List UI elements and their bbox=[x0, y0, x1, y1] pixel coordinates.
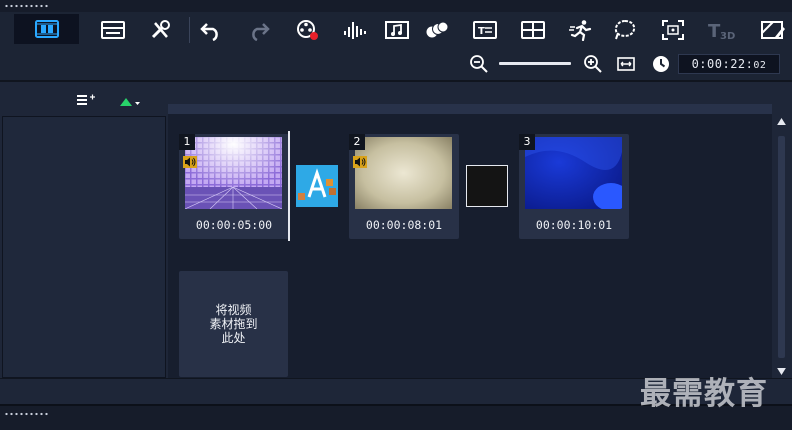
panel-grip-top[interactable] bbox=[4, 4, 50, 8]
insertion-cursor bbox=[288, 131, 290, 241]
green-up-arrow-icon bbox=[120, 98, 140, 106]
overlapping-circles-icon bbox=[426, 21, 449, 38]
grid-icon bbox=[521, 21, 545, 39]
split-screen-button[interactable] bbox=[758, 16, 788, 44]
pan-and-zoom-button[interactable] bbox=[658, 16, 688, 44]
watermark: 最需教育 bbox=[640, 376, 768, 412]
subtitle-editor-button[interactable]: T bbox=[470, 16, 500, 44]
t3d-icon: T 3D bbox=[708, 21, 735, 41]
svg-text:T: T bbox=[478, 26, 485, 37]
clip-duration: 00:00:05:00 bbox=[195, 218, 273, 232]
drop-zone[interactable]: 将视频 素材拖到 此处 bbox=[179, 271, 288, 377]
transition-1[interactable] bbox=[296, 165, 338, 207]
mask-creator-button[interactable] bbox=[610, 16, 640, 44]
clip-number: 3 bbox=[519, 134, 535, 150]
timeline-icon bbox=[101, 21, 125, 39]
project-timecode[interactable]: 0:00:22:02 bbox=[678, 54, 780, 74]
track-manager-button[interactable] bbox=[76, 92, 96, 106]
transition-slot-2[interactable] bbox=[466, 165, 508, 207]
scroll-down-icon[interactable] bbox=[777, 368, 786, 375]
clip-2-thumbnail bbox=[355, 137, 452, 209]
timeline-view-button[interactable] bbox=[98, 16, 128, 44]
redo-button[interactable] bbox=[244, 16, 274, 44]
library-panel-header bbox=[0, 82, 166, 116]
clip-duration: 00:00:08:01 bbox=[365, 218, 443, 232]
clip-3-thumbnail bbox=[525, 137, 622, 209]
subtitle-icon: T bbox=[473, 21, 497, 39]
auto-music-button[interactable] bbox=[382, 16, 412, 44]
scrollbar-thumb[interactable] bbox=[778, 136, 785, 358]
storyboard-view-button[interactable] bbox=[14, 14, 79, 44]
record-capture-button[interactable] bbox=[292, 16, 322, 44]
lasso-icon bbox=[614, 19, 636, 40]
zoom-in-button[interactable] bbox=[581, 52, 605, 76]
storyboard-header bbox=[166, 82, 792, 104]
zoom-out-icon bbox=[470, 55, 488, 73]
storyboard-clip-2[interactable]: 2 00:00:08:01 bbox=[349, 134, 459, 239]
timecode-frames: 02 bbox=[753, 60, 767, 71]
scroll-up-icon[interactable] bbox=[777, 118, 786, 125]
clip-number: 2 bbox=[349, 134, 365, 150]
vertical-scrollbar[interactable] bbox=[772, 114, 792, 378]
timecode-main: 0:00:22: bbox=[691, 57, 754, 71]
multi-camera-button[interactable] bbox=[518, 16, 548, 44]
speaker-icon bbox=[183, 156, 197, 168]
wrench-screwdriver-icon bbox=[151, 20, 170, 39]
transition-thumbnail-icon bbox=[296, 165, 338, 207]
motion-tracking-button[interactable] bbox=[422, 16, 452, 44]
svg-text:3D: 3D bbox=[720, 31, 735, 41]
filmstrip-icon bbox=[34, 20, 59, 38]
audio-waveform-icon bbox=[344, 22, 366, 39]
pan-zoom-icon bbox=[662, 20, 684, 40]
undo-button[interactable] bbox=[196, 16, 226, 44]
clock-icon bbox=[653, 56, 669, 72]
fit-project-button[interactable] bbox=[614, 52, 638, 76]
storyboard-clip-3[interactable]: 3 00:00:10:01 bbox=[519, 134, 629, 239]
zoom-out-button[interactable] bbox=[467, 52, 491, 76]
speaker-icon bbox=[353, 156, 367, 168]
clip-1-thumbnail bbox=[185, 137, 282, 209]
storyboard-ruler bbox=[168, 104, 772, 114]
clip-number: 1 bbox=[179, 134, 195, 150]
undo-icon bbox=[200, 23, 218, 41]
main-toolbar: T T 3D bbox=[0, 12, 792, 48]
zoom-bar: 0:00:22:02 bbox=[0, 48, 792, 80]
3d-title-editor-button[interactable]: T 3D bbox=[704, 16, 740, 44]
top-title-strip bbox=[0, 0, 792, 12]
running-person-icon bbox=[569, 20, 592, 41]
redo-icon bbox=[252, 23, 270, 41]
list-add-icon bbox=[77, 94, 95, 105]
panel-grip-bottom[interactable] bbox=[4, 412, 50, 416]
fit-to-window-icon bbox=[617, 57, 635, 71]
project-duration-button[interactable] bbox=[649, 52, 673, 76]
tools-button[interactable] bbox=[146, 16, 176, 44]
film-reel-record-icon bbox=[297, 20, 318, 40]
time-remapping-button[interactable] bbox=[566, 16, 596, 44]
zoom-slider[interactable] bbox=[499, 62, 571, 65]
add-media-dropdown[interactable] bbox=[119, 93, 141, 106]
music-film-icon bbox=[385, 21, 409, 39]
sound-mixer-button[interactable] bbox=[340, 16, 370, 44]
storyboard-clip-1[interactable]: 1 00:00:05:00 bbox=[179, 134, 289, 239]
zoom-in-icon bbox=[584, 55, 602, 73]
toolbar-divider bbox=[189, 17, 190, 43]
library-panel bbox=[2, 116, 166, 378]
clip-duration: 00:00:10:01 bbox=[535, 218, 613, 232]
split-screen-pen-icon bbox=[761, 21, 785, 39]
